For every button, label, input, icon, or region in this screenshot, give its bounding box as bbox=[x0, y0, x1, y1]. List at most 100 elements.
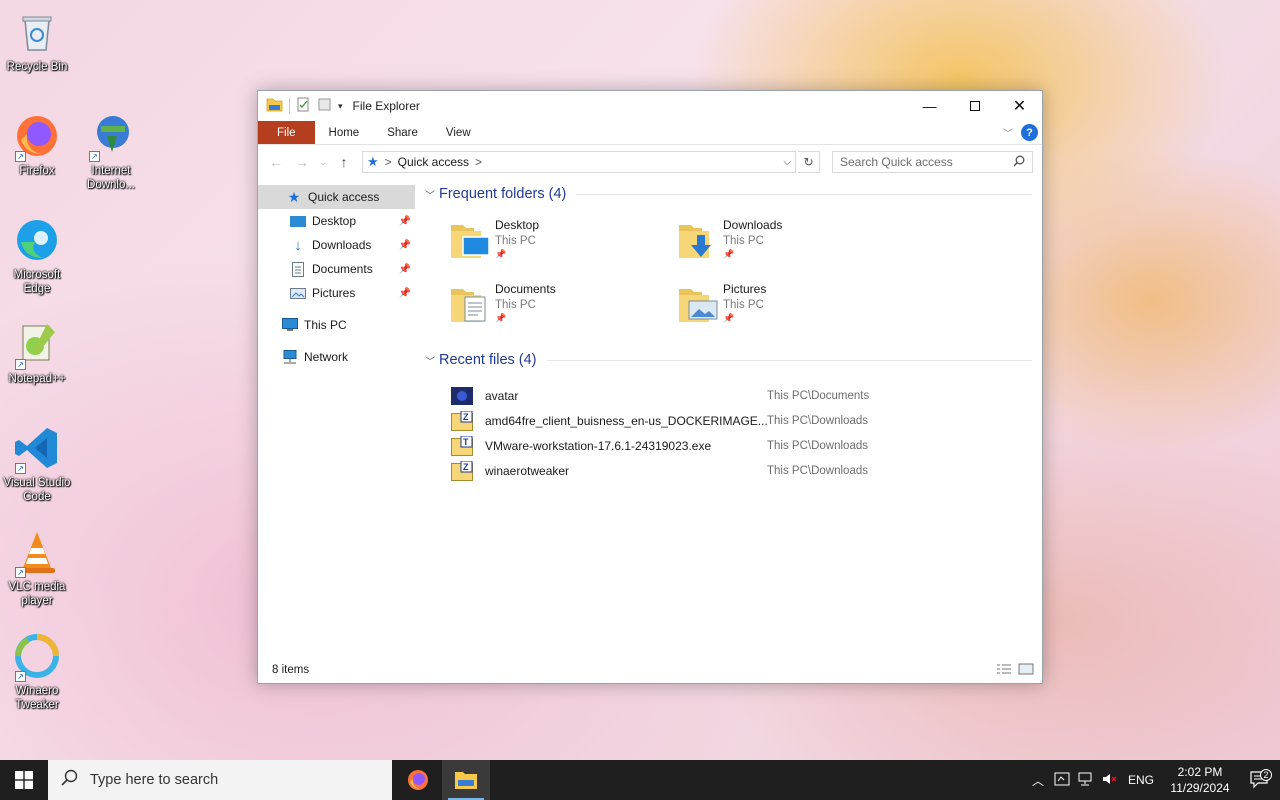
notification-count-badge: 2 bbox=[1260, 769, 1272, 781]
folder-location: This PC bbox=[723, 299, 764, 311]
folder-tile-desktop[interactable]: Desktop This PC 📌 bbox=[449, 217, 677, 267]
recent-file-row[interactable]: Z winaerotweaker This PC\Downloads bbox=[425, 458, 1042, 483]
notepad-plus-plus-icon: ↗ bbox=[13, 320, 61, 370]
nav-item-label: Documents bbox=[312, 262, 373, 276]
group-divider bbox=[576, 193, 1032, 195]
action-center-button[interactable]: 2 bbox=[1240, 769, 1280, 789]
internet-download-manager-icon: ↗ bbox=[87, 112, 135, 162]
clock[interactable]: 2:02 PM 11/29/2024 bbox=[1160, 764, 1240, 796]
recent-file-row[interactable]: avatar This PC\Documents bbox=[425, 383, 1042, 408]
pin-icon: 📌 bbox=[495, 249, 507, 259]
new-folder-icon[interactable] bbox=[317, 97, 332, 115]
maximize-button[interactable] bbox=[952, 91, 997, 121]
file-explorer-icon bbox=[455, 772, 477, 789]
show-hidden-icons-chevron-icon[interactable]: ︿ bbox=[1026, 772, 1050, 789]
tray-app-icon[interactable] bbox=[1050, 772, 1074, 789]
folder-location: This PC bbox=[495, 299, 536, 311]
vscode-icon: ↗ bbox=[13, 424, 61, 474]
tab-file[interactable]: File bbox=[258, 121, 315, 144]
file-location: This PC\Downloads bbox=[767, 414, 868, 427]
file-location: This PC\Downloads bbox=[767, 464, 868, 477]
nav-item-this-pc[interactable]: This PC bbox=[258, 313, 415, 337]
input-language[interactable]: ENG bbox=[1122, 773, 1160, 787]
desktop-icon-winaero[interactable]: ↗ Winaero Tweaker bbox=[0, 632, 74, 712]
tab-share[interactable]: Share bbox=[373, 121, 432, 144]
desktop-icon-recycle-bin[interactable]: Recycle Bin bbox=[0, 8, 74, 74]
details-view-icon[interactable] bbox=[996, 663, 1012, 678]
taskbar-app-firefox[interactable] bbox=[394, 760, 442, 800]
large-icons-view-icon[interactable] bbox=[1018, 663, 1034, 678]
recent-file-row[interactable]: Z amd64fre_client_buisness_en-us_DOCKERI… bbox=[425, 408, 1042, 433]
minimize-button[interactable]: — bbox=[907, 91, 952, 121]
minimize-icon: — bbox=[922, 98, 937, 114]
recent-locations-button[interactable]: ⌄ bbox=[316, 150, 330, 174]
file-location: This PC\Documents bbox=[767, 389, 870, 402]
back-button[interactable]: ← bbox=[264, 150, 288, 174]
volume-muted-icon[interactable] bbox=[1098, 772, 1122, 789]
desktop-icon-label: Winaero Tweaker bbox=[15, 685, 59, 711]
desktop-icon-notepadpp[interactable]: ↗ Notepad++ bbox=[0, 320, 74, 386]
nav-item-pictures[interactable]: Pictures 📌 bbox=[258, 281, 415, 305]
start-button[interactable] bbox=[0, 760, 48, 800]
help-button[interactable]: ? bbox=[1021, 124, 1038, 141]
refresh-button[interactable]: ↻ bbox=[798, 151, 820, 173]
pictures-folder-icon bbox=[677, 281, 718, 329]
file-explorer-window: ▾ File Explorer — ✕ File Home Share View… bbox=[257, 90, 1043, 684]
pin-icon: 📌 bbox=[723, 313, 735, 323]
file-name: VMware-workstation-17.6.1-24319023.exe bbox=[485, 438, 712, 453]
nav-item-quick-access[interactable]: ★ Quick access bbox=[258, 185, 415, 209]
nav-item-downloads[interactable]: ↓ Downloads 📌 bbox=[258, 233, 415, 257]
desktop-icon-vscode[interactable]: ↗ Visual Studio Code bbox=[0, 424, 74, 504]
frequent-folders-grid: Desktop This PC 📌 Downloads This PC 📌 Do… bbox=[425, 205, 1042, 331]
tab-home[interactable]: Home bbox=[315, 121, 374, 144]
pin-icon: 📌 bbox=[495, 313, 507, 323]
search-box[interactable]: Search Quick access bbox=[832, 151, 1033, 173]
folder-tile-downloads[interactable]: Downloads This PC 📌 bbox=[677, 217, 905, 267]
taskbar-search-placeholder: Type here to search bbox=[90, 772, 219, 788]
nav-item-label: Network bbox=[304, 350, 349, 364]
taskbar-app-file-explorer[interactable] bbox=[442, 760, 490, 800]
nav-item-label: Pictures bbox=[312, 286, 356, 300]
properties-icon[interactable] bbox=[296, 97, 311, 115]
breadcrumb-separator[interactable]: > bbox=[475, 155, 482, 169]
file-name: amd64fre_client_buisness_en-us_DOCKERIMA… bbox=[485, 413, 767, 428]
frequent-folders-header[interactable]: ﹀ Frequent folders (4) bbox=[425, 183, 1042, 205]
recent-files-header[interactable]: ﹀ Recent files (4) bbox=[425, 349, 1042, 371]
desktop-icon-idm[interactable]: ↗ Internet Downlo... bbox=[74, 112, 148, 192]
nav-item-documents[interactable]: Documents 📌 bbox=[258, 257, 415, 281]
folder-tile-pictures[interactable]: Pictures This PC 📌 bbox=[677, 281, 905, 331]
pin-icon: 📌 bbox=[398, 215, 411, 227]
desktop-icon-label: Visual Studio Code bbox=[3, 477, 71, 503]
customize-toolbar-chevron-icon[interactable]: ▾ bbox=[338, 101, 343, 112]
up-button[interactable]: ↑ bbox=[332, 150, 356, 174]
expand-ribbon-chevron-icon[interactable]: ﹀ bbox=[1003, 125, 1013, 140]
up-arrow-icon: ↑ bbox=[340, 154, 348, 170]
forward-button[interactable]: → bbox=[290, 150, 314, 174]
tab-view[interactable]: View bbox=[432, 121, 485, 144]
breadcrumb-quick-access[interactable]: Quick access bbox=[398, 155, 469, 169]
search-placeholder: Search Quick access bbox=[840, 155, 953, 169]
archive-file-icon: Z bbox=[451, 410, 473, 431]
recycle-bin-icon bbox=[13, 8, 61, 56]
desktop-icon-edge[interactable]: Microsoft Edge bbox=[0, 216, 74, 296]
nav-item-desktop[interactable]: Desktop 📌 bbox=[258, 209, 415, 233]
pictures-folder-icon bbox=[290, 285, 306, 301]
group-divider bbox=[546, 359, 1032, 361]
nav-item-network[interactable]: Network bbox=[258, 345, 415, 369]
folder-tile-documents[interactable]: Documents This PC 📌 bbox=[449, 281, 677, 331]
close-button[interactable]: ✕ bbox=[997, 91, 1042, 121]
title-bar[interactable]: ▾ File Explorer — ✕ bbox=[258, 91, 1042, 121]
svg-text:Z: Z bbox=[463, 412, 469, 422]
taskbar-search-box[interactable]: Type here to search bbox=[48, 760, 392, 800]
quick-access-toolbar: ▾ bbox=[258, 97, 343, 115]
address-bar[interactable]: ★ > Quick access > ⌵ bbox=[362, 151, 796, 173]
recent-file-row[interactable]: T VMware-workstation-17.6.1-24319023.exe… bbox=[425, 433, 1042, 458]
pin-icon: 📌 bbox=[398, 287, 411, 299]
desktop-icon-firefox[interactable]: ↗ Firefox bbox=[0, 112, 74, 178]
network-icon[interactable] bbox=[1074, 772, 1098, 789]
status-bar: 8 items bbox=[258, 657, 1042, 683]
desktop-icon-vlc[interactable]: ↗ VLC media player bbox=[0, 528, 74, 608]
address-dropdown-icon[interactable]: ⌵ bbox=[783, 157, 791, 168]
downloads-folder-icon: ↓ bbox=[294, 236, 302, 254]
clock-date: 11/29/2024 bbox=[1170, 781, 1230, 795]
